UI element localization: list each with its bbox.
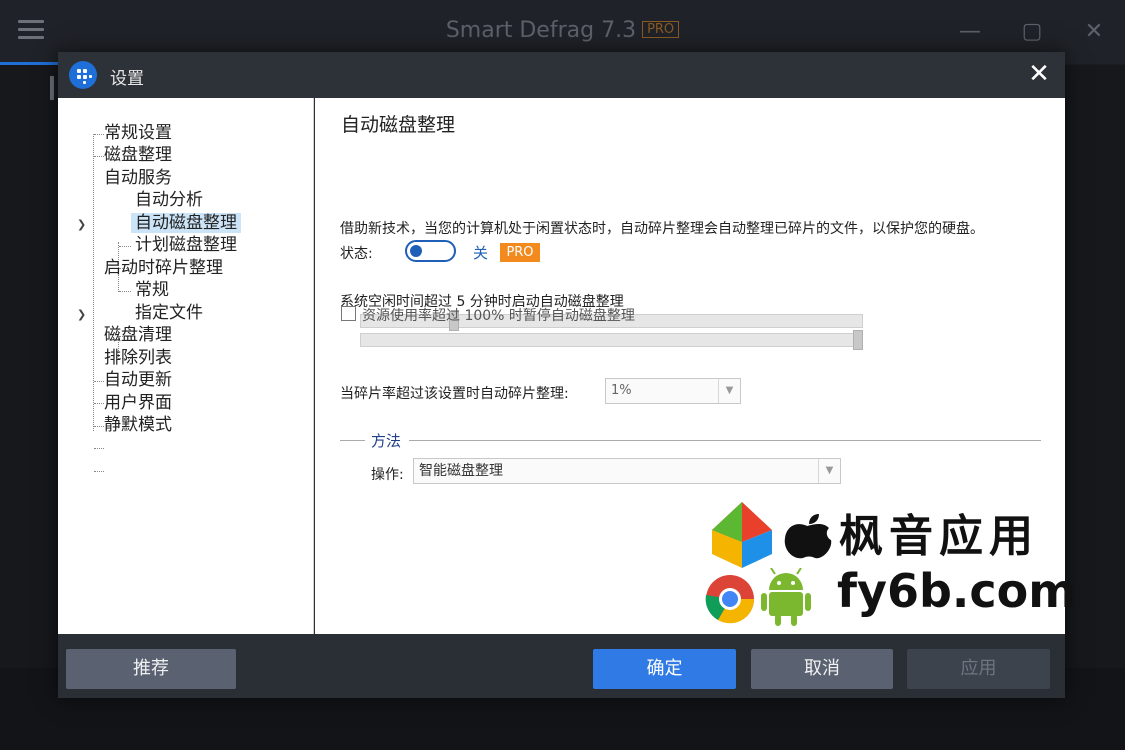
pro-badge[interactable]: PRO (500, 243, 540, 262)
app-tab-indicator (0, 62, 60, 65)
tree-line (93, 134, 94, 431)
nav-item-scheduled-defrag[interactable]: 计划磁盘整理 (135, 234, 237, 256)
dialog-close-icon[interactable]: ✕ (1025, 60, 1053, 88)
method-group-title: 方法 (371, 432, 402, 450)
resource-usage-slider[interactable] (360, 333, 863, 347)
ok-button[interactable]: 确定 (593, 649, 736, 689)
app-close-icon[interactable]: ✕ (1079, 18, 1109, 46)
nav-item-auto-defrag[interactable]: 自动磁盘整理 (131, 212, 241, 234)
auto-defrag-toggle[interactable] (405, 240, 456, 262)
nav-item-auto-analyze[interactable]: 自动分析 (135, 189, 203, 211)
tree-line (94, 156, 104, 157)
operation-select[interactable]: 智能磁盘整理 ▼ (413, 458, 841, 484)
minimize-icon[interactable]: — (955, 18, 985, 46)
nav-item-silent-mode[interactable]: 静默模式 (104, 414, 172, 436)
nav-item-user-interface[interactable]: 用户界面 (104, 392, 172, 414)
windows-logo-icon (712, 502, 772, 568)
recommend-button[interactable]: 推荐 (66, 649, 236, 689)
expand-chevron-icon[interactable]: ❯ (77, 218, 86, 231)
apple-logo-icon (784, 514, 832, 559)
settings-content: 自动磁盘整理 借助新技术，当您的计算机处于闲置状态时，自动碎片整理会自动整理已碎… (315, 98, 1076, 634)
operation-label: 操作: (371, 467, 404, 483)
dialog-footer: 推荐 确定 取消 应用 (58, 634, 1065, 698)
feature-description: 借助新技术，当您的计算机处于闲置状态时，自动碎片整理会自动整理已碎片的文件，以保… (340, 221, 984, 237)
app-logo-icon (69, 61, 97, 89)
tree-line (94, 403, 104, 404)
resource-usage-checkbox[interactable] (341, 306, 356, 321)
nav-item-disk-cleanup[interactable]: 磁盘清理 (104, 324, 172, 346)
android-logo-icon (761, 568, 811, 626)
tree-line (94, 381, 104, 382)
tree-line (94, 426, 104, 427)
cancel-button[interactable]: 取消 (751, 649, 893, 689)
tree-line (94, 448, 104, 449)
fragment-rate-label: 当碎片率超过该设置时自动碎片整理: (340, 386, 569, 402)
nav-item-general[interactable]: 常规设置 (104, 122, 172, 144)
group-divider (340, 440, 365, 441)
dialog-titlebar: 设置 ✕ (58, 52, 1065, 98)
tree-line (94, 471, 104, 472)
nav-item-auto-service[interactable]: 自动服务 (104, 167, 172, 189)
watermark-url-text: fy6b.com (837, 564, 1077, 618)
watermark-cn-text: 枫音应用 (839, 511, 1039, 562)
chrome-logo-icon (705, 575, 755, 624)
nav-item-boot-general[interactable]: 常规 (135, 279, 169, 301)
tree-line (119, 246, 131, 247)
apply-button[interactable]: 应用 (907, 649, 1050, 689)
page-title: 自动磁盘整理 (341, 114, 456, 136)
dialog-title: 设置 (110, 69, 144, 89)
tree-line (94, 134, 104, 135)
nav-item-defrag[interactable]: 磁盘整理 (104, 144, 172, 166)
nav-item-boot-defrag[interactable]: 启动时碎片整理 (104, 257, 223, 279)
app-pro-badge: PRO (642, 21, 680, 38)
resource-usage-slider-thumb[interactable] (853, 330, 863, 350)
app-left-marker (50, 76, 54, 100)
tree-line (119, 291, 131, 292)
toggle-state-label: 关 (473, 244, 489, 262)
settings-dialog: 设置 ✕ ❯ ❯ 常规设置 磁盘整理 自动服务 自动分析 自动磁盘整理 计划磁盘… (58, 52, 1076, 698)
nav-item-exclude-list[interactable]: 排除列表 (104, 347, 172, 369)
chevron-down-icon: ▼ (718, 379, 740, 403)
settings-nav-tree: ❯ ❯ 常规设置 磁盘整理 自动服务 自动分析 自动磁盘整理 计划磁盘整理 启动… (58, 98, 314, 634)
nav-item-specified-files[interactable]: 指定文件 (135, 302, 203, 324)
expand-chevron-icon[interactable]: ❯ (77, 308, 86, 321)
nav-item-auto-update[interactable]: 自动更新 (104, 369, 172, 391)
fragment-rate-select[interactable]: 1% ▼ (605, 378, 741, 404)
chevron-down-icon: ▼ (818, 459, 840, 483)
maximize-icon[interactable]: ▢ (1017, 18, 1047, 46)
group-divider (409, 440, 1041, 441)
status-label: 状态: (340, 246, 373, 262)
resource-usage-label: 资源使用率超过 100% 时暂停自动磁盘整理 (362, 308, 635, 324)
